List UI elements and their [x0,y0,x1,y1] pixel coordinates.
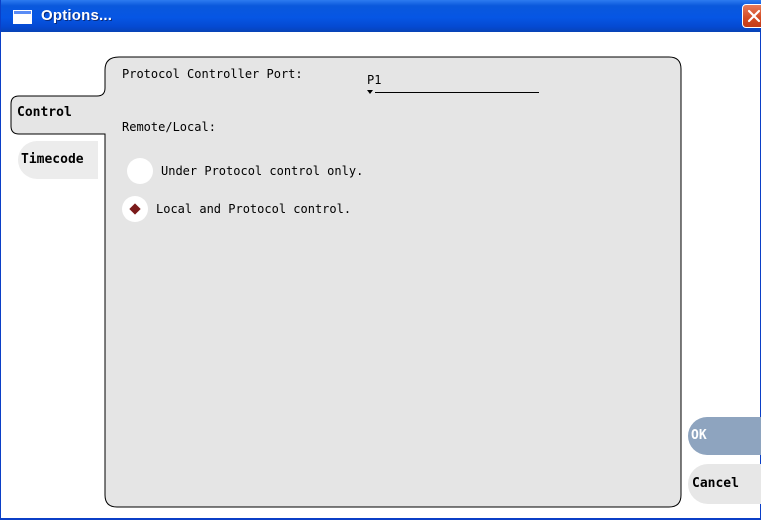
radio-local-and-protocol[interactable]: Local and Protocol control. [122,196,372,224]
radio-selected-icon [129,203,141,215]
ok-button-label: OK [691,428,707,443]
port-label: Protocol Controller Port: [122,67,303,81]
cancel-button-label: Cancel [692,476,739,491]
port-dropdown[interactable]: P1 [367,68,539,96]
radio-protocol-only[interactable]: Under Protocol control only. [127,158,377,186]
tab-timecode[interactable]: Timecode [18,141,98,179]
remote-local-label: Remote/Local: [122,120,216,134]
tab-control[interactable]: Control [11,96,111,132]
radio-circle [127,158,153,184]
dropdown-arrow-icon [367,90,373,94]
radio-protocol-only-label: Under Protocol control only. [161,164,364,178]
tab-control-label: Control [17,105,72,120]
radio-circle [122,196,148,222]
tab-timecode-label: Timecode [21,152,84,167]
radio-local-and-protocol-label: Local and Protocol control. [156,202,352,216]
ok-button[interactable]: OK [688,417,761,455]
port-value: P1 [367,73,382,87]
options-dialog: Options... Control Timecode Protocol Con… [0,0,761,520]
cancel-button[interactable]: Cancel [688,464,761,504]
dropdown-underline [375,92,539,93]
